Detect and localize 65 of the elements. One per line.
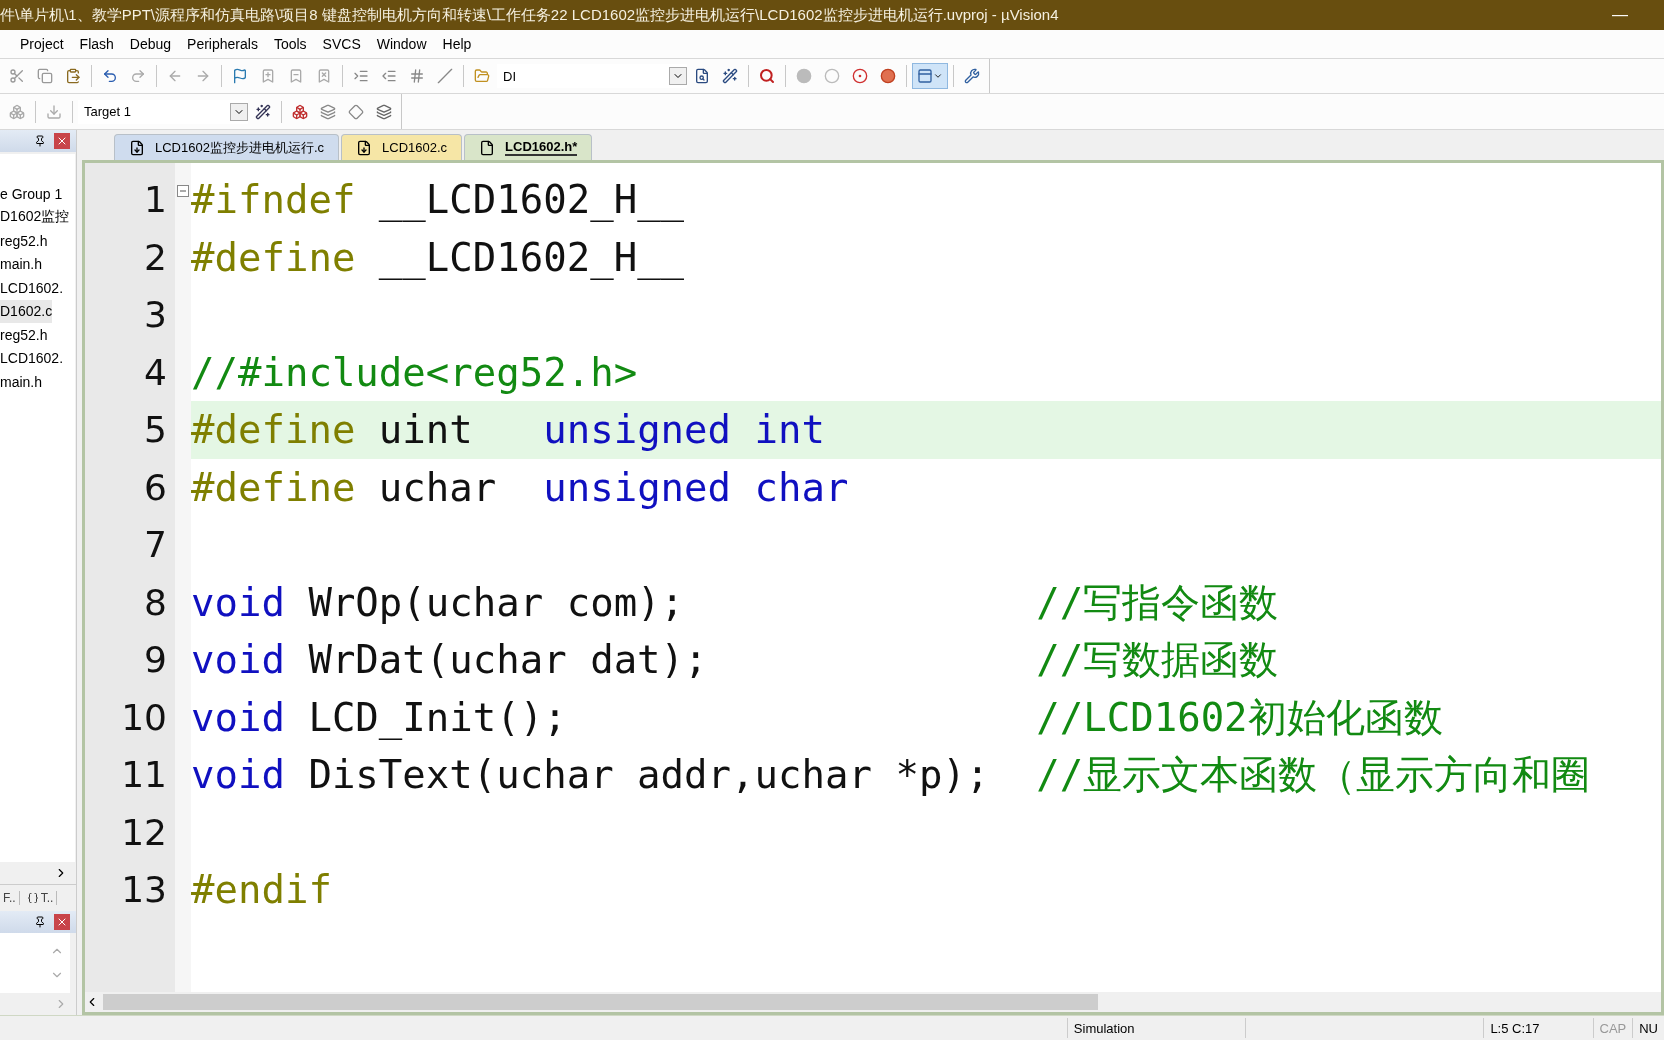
close-icon: [56, 135, 68, 147]
code-line: void WrOp(uchar com); //写指令函数: [191, 578, 1280, 627]
close-button[interactable]: [54, 914, 70, 930]
menu-item[interactable]: Flash: [71, 36, 122, 52]
fold-icon[interactable]: [177, 185, 189, 197]
code-line: #endif: [191, 866, 333, 914]
tree-item[interactable]: LCD1602.: [0, 276, 64, 300]
line-number: 10: [120, 695, 168, 740]
window-icon[interactable]: [912, 63, 948, 89]
file-icon: [356, 139, 373, 156]
menu-item[interactable]: Window: [368, 36, 435, 52]
code-line: void DisText(uchar addr,uchar *p); //显示文本函数（显示方向和圈: [191, 751, 1592, 799]
line-number: 13: [120, 868, 168, 912]
file-icon: [479, 139, 496, 156]
menu-item[interactable]: Tools: [265, 36, 315, 52]
panel-tab[interactable]: F..: [0, 891, 20, 905]
braces-icon: [26, 892, 39, 904]
dropdown-button[interactable]: [230, 102, 248, 121]
tree-item[interactable]: D1602监控: [0, 205, 70, 229]
code-line: #ifndef __LCD1602_H__: [191, 176, 686, 224]
close-icon: [56, 916, 68, 928]
line-number: 2: [143, 235, 168, 280]
code-line: #define uchar unsigned char: [191, 463, 850, 512]
menu-item[interactable]: Help: [434, 36, 480, 52]
cursor-position: L:5 C:17: [1483, 1018, 1593, 1038]
line-number: 8: [143, 580, 168, 625]
code-line: void LCD_Init(); //LCD1602初始化函数: [191, 693, 1444, 742]
line-number: 5: [143, 408, 168, 452]
file-tab[interactable]: LCD1602监控步进电机运行.c: [114, 134, 340, 160]
panel-tab[interactable]: T..: [23, 891, 58, 905]
file-tab[interactable]: LCD1602.c: [341, 134, 463, 160]
line-number: 7: [143, 523, 168, 567]
tree-item[interactable]: D1602.c: [0, 299, 53, 323]
line-number: 1: [143, 178, 168, 222]
tree-item[interactable]: main.h: [0, 252, 43, 276]
menu-item[interactable]: Peripherals: [179, 36, 266, 52]
tree-item[interactable]: LCD1602.: [0, 346, 64, 370]
tree-item[interactable]: e Group 1: [0, 182, 63, 206]
key-indicator: CAP: [1592, 1018, 1633, 1038]
key-indicator: NU: [1632, 1018, 1664, 1038]
file-tab[interactable]: LCD1602.h*: [464, 134, 593, 160]
code-line: #define __LCD1602_H__: [191, 233, 686, 282]
menu-item[interactable]: SVCS: [314, 36, 369, 52]
tree-item[interactable]: main.h: [0, 370, 43, 394]
menu-item[interactable]: Debug: [121, 36, 180, 52]
line-number: 11: [120, 753, 168, 797]
close-button[interactable]: [54, 133, 70, 149]
scrollbar-thumb[interactable]: [103, 994, 1098, 1010]
pin-icon[interactable]: [34, 916, 46, 928]
line-number: 4: [143, 350, 168, 395]
line-number: 9: [143, 638, 168, 682]
code-line: void WrDat(uchar dat); //写数据函数: [191, 636, 1280, 684]
dropdown-button[interactable]: [669, 67, 687, 85]
minimize-button[interactable]: —: [1606, 6, 1634, 24]
menu-item[interactable]: Project: [12, 36, 72, 52]
line-number: 6: [143, 465, 168, 510]
file-icon: [129, 139, 145, 156]
code-line: //#include<reg52.h>: [191, 348, 639, 397]
status-mode: Simulation: [1066, 1018, 1246, 1038]
line-number: 12: [120, 810, 168, 855]
tree-item[interactable]: reg52.h: [0, 229, 48, 253]
window-title: 件\单片机\1、教学PPT\源程序和仿真电路\项目8 键盘控制电机方向和转速\工作任务22 LCD1602监控步进电机运行\LCD1602监控步进电机运行.uvproj - µVision4: [0, 5, 1059, 25]
tree-item[interactable]: reg52.h: [0, 323, 48, 347]
line-number: 3: [143, 293, 168, 337]
pin-icon[interactable]: [34, 135, 46, 147]
